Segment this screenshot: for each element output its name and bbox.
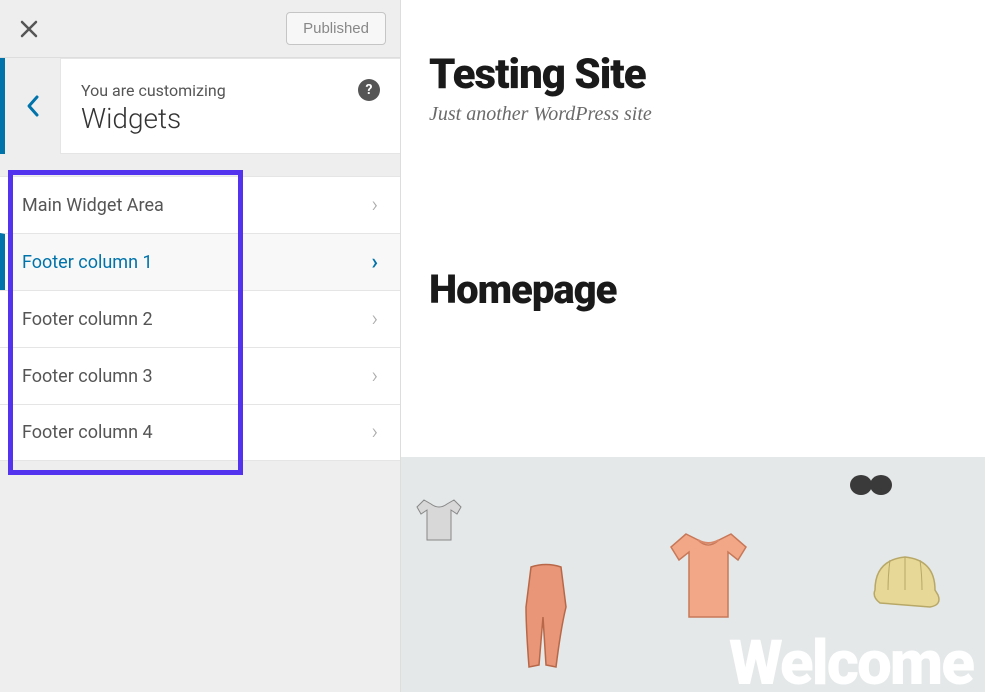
publish-button[interactable]: Published (286, 12, 386, 45)
hero-banner: Welcome (401, 457, 985, 692)
help-button[interactable]: ? (358, 79, 380, 101)
chevron-left-icon (26, 94, 40, 118)
widget-area-label: Footer column 1 (22, 252, 153, 273)
tshirt-illustration (409, 492, 469, 547)
pants-illustration (511, 557, 586, 677)
chevron-right-icon: › (371, 307, 378, 332)
widget-area-item[interactable]: Main Widget Area › (0, 176, 400, 233)
section-header: You are customizing Widgets ? (0, 58, 400, 154)
customizer-sidebar: Published You are customizing Widgets ? … (0, 0, 401, 692)
section-header-panel: You are customizing Widgets ? (60, 58, 400, 154)
chevron-right-icon: › (371, 420, 378, 445)
widget-area-label: Main Widget Area (22, 195, 164, 216)
widget-area-item[interactable]: Footer column 1 › (0, 233, 400, 290)
preview-header: Testing Site Just another WordPress site (401, 0, 985, 146)
widget-area-label: Footer column 3 (22, 366, 153, 387)
tshirt-illustration (661, 522, 756, 632)
back-button[interactable] (0, 58, 60, 154)
widget-area-list: Main Widget Area › Footer column 1 › Foo… (0, 176, 400, 461)
close-button[interactable] (14, 14, 44, 44)
widget-area-label: Footer column 2 (22, 309, 153, 330)
section-title: Widgets (81, 102, 380, 135)
chevron-right-icon: › (371, 364, 378, 389)
cap-illustration (860, 545, 950, 620)
widget-area-item[interactable]: Footer column 4 › (0, 404, 400, 461)
widget-area-label: Footer column 4 (22, 422, 153, 443)
close-icon (20, 20, 38, 38)
customizer-topbar: Published (0, 0, 400, 58)
site-preview: Testing Site Just another WordPress site… (401, 0, 985, 692)
sunglasses-illustration (847, 469, 895, 501)
widget-area-item[interactable]: Footer column 3 › (0, 347, 400, 404)
chevron-right-icon: › (371, 193, 378, 218)
customizing-label: You are customizing (81, 81, 380, 100)
hero-welcome-text: Welcome (729, 627, 973, 692)
site-title: Testing Site (429, 50, 957, 99)
site-tagline: Just another WordPress site (429, 103, 957, 126)
help-icon: ? (366, 82, 373, 98)
chevron-right-icon: › (371, 250, 378, 275)
page-title: Homepage (401, 266, 985, 313)
widget-area-item[interactable]: Footer column 2 › (0, 290, 400, 347)
